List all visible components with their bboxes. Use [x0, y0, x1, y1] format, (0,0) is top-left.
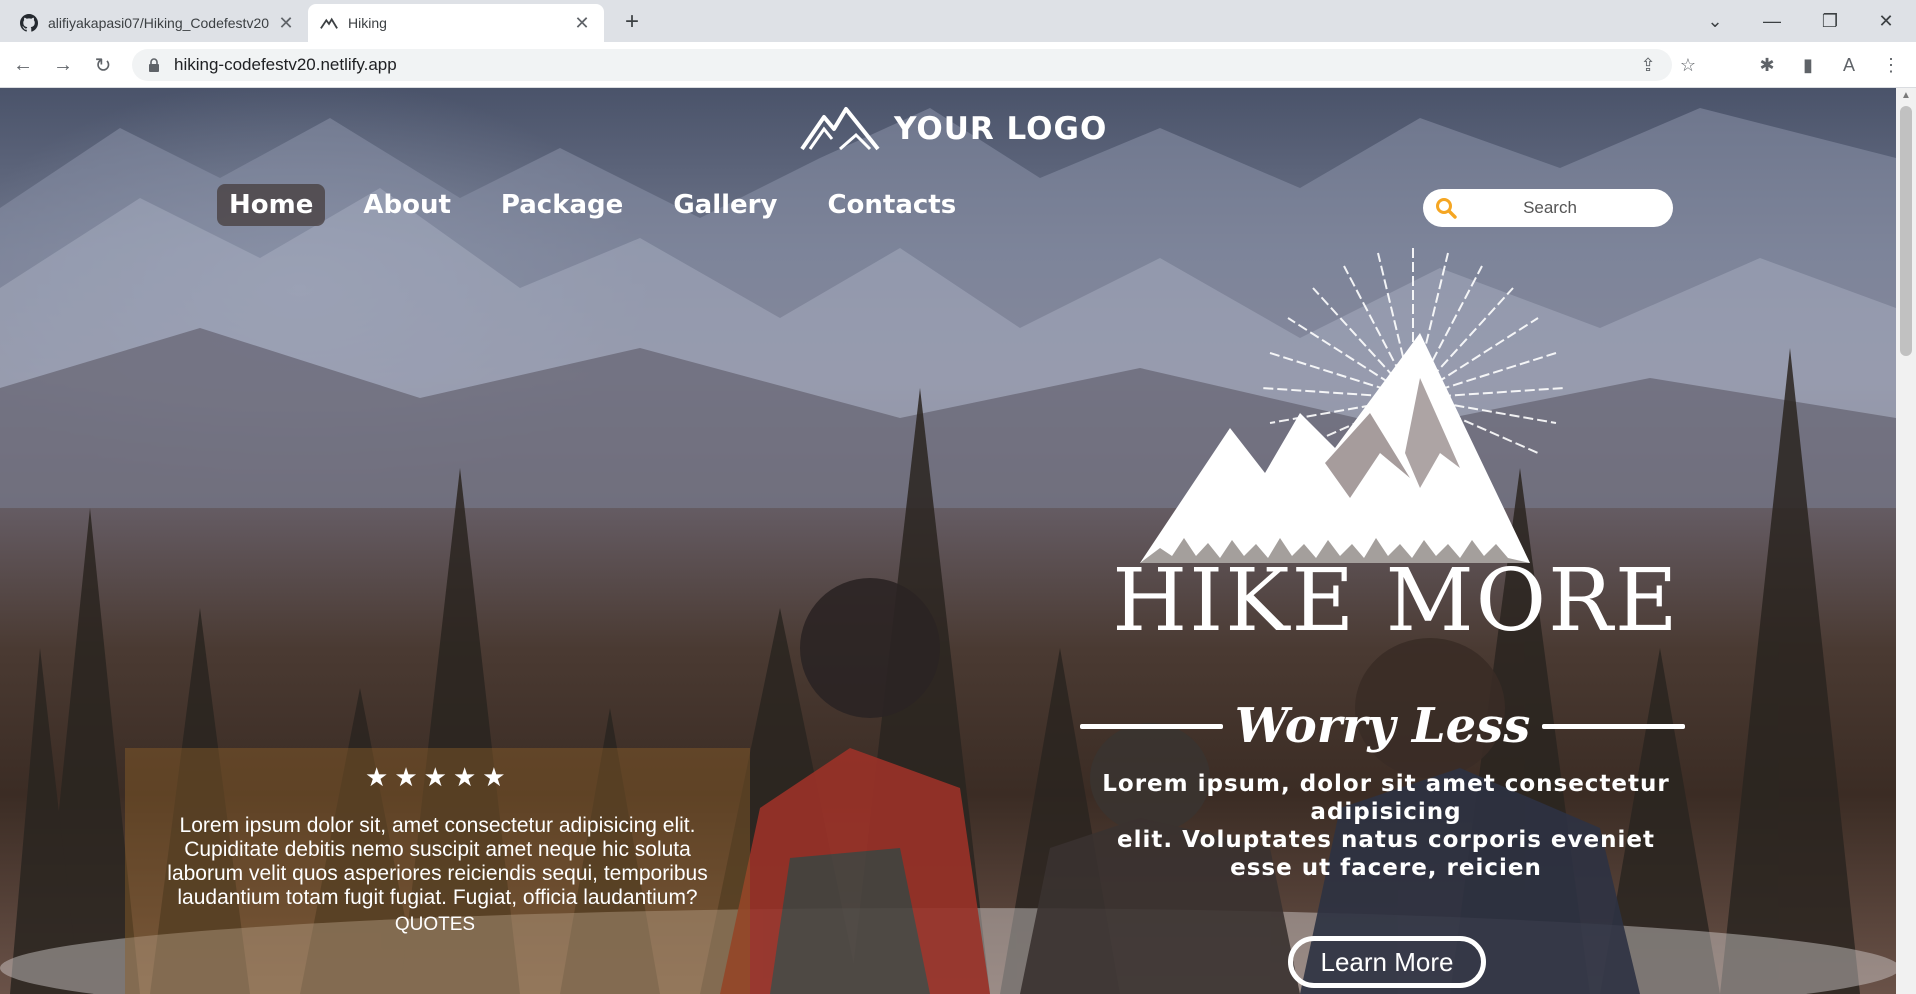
star-icon: ★	[365, 762, 389, 792]
star-icon: ★	[452, 762, 477, 792]
tab-strip: alifiyakapasi07/Hiking_Codefestv20 ✕ Hik…	[0, 0, 1916, 42]
mountain-logo-icon	[800, 107, 880, 151]
star-rating: ★ ★ ★ ★ ★	[365, 762, 512, 793]
divider-line	[1080, 723, 1223, 729]
reload-button[interactable]: ↻	[88, 50, 118, 80]
github-icon	[20, 14, 38, 32]
testimonial-line: laborum velit quos asperiores reiciendis…	[167, 862, 708, 885]
menu-icon[interactable]: ⋮	[1876, 50, 1906, 80]
share-icon[interactable]: ⇪	[1632, 49, 1664, 81]
mountain-icon	[320, 14, 338, 32]
hero-script-text: Worry Less	[1234, 698, 1531, 754]
close-tab-icon[interactable]: ✕	[276, 13, 296, 33]
read-aloud-icon[interactable]: A	[1834, 50, 1864, 80]
scrollbar-thumb[interactable]	[1900, 106, 1912, 356]
restore-button[interactable]: ❐	[1810, 6, 1850, 36]
hero-title: HIKE MORE	[1112, 551, 1680, 651]
testimonial-line: laudantium totam fugit fugiat. Fugiat, o…	[177, 886, 698, 909]
close-tab-icon[interactable]: ✕	[572, 13, 592, 33]
logo-text: YOUR LOGO	[894, 111, 1108, 147]
nav-about[interactable]: About	[351, 184, 463, 226]
tab-search-icon[interactable]: ⌄	[1695, 6, 1735, 36]
testimonial-card: ★ ★ ★ ★ ★ Lorem ipsum dolor sit, amet co…	[125, 748, 750, 994]
lock-icon[interactable]	[146, 57, 162, 73]
search-icon[interactable]	[1429, 191, 1463, 225]
extensions-icon[interactable]: ✱	[1752, 50, 1782, 80]
nav-package[interactable]: Package	[489, 184, 635, 226]
tab-github[interactable]: alifiyakapasi07/Hiking_Codefestv20 ✕	[8, 4, 308, 42]
page-viewport: YOUR LOGO Home About Package Gallery Con…	[0, 88, 1896, 994]
minimize-button[interactable]: —	[1752, 6, 1792, 36]
close-window-button[interactable]: ✕	[1866, 6, 1906, 36]
star-icon: ★	[423, 762, 447, 792]
browser-toolbar: ← → ↻ hiking-codefestv20.netlify.app ⇪ ☆…	[0, 42, 1916, 88]
nav-home[interactable]: Home	[217, 184, 326, 226]
back-button[interactable]: ←	[8, 50, 38, 80]
main-nav: Home About Package Gallery Contacts	[217, 184, 994, 226]
url-text: hiking-codefestv20.netlify.app	[174, 55, 397, 74]
hero-subtitle-row: Worry Less	[1080, 698, 1685, 754]
browser-chrome: alifiyakapasi07/Hiking_Codefestv20 ✕ Hik…	[0, 0, 1916, 88]
hero-description-line: Lorem ipsum, dolor sit amet consectetur …	[1102, 771, 1670, 825]
forward-button[interactable]: →	[48, 50, 78, 80]
tab-title: alifiyakapasi07/Hiking_Codefestv20	[48, 15, 270, 31]
testimonial-line: Lorem ipsum dolor sit, amet consectetur …	[179, 814, 696, 837]
new-tab-button[interactable]: +	[618, 8, 646, 36]
page-scrollbar[interactable]: ▲	[1896, 88, 1916, 994]
bookmark-star-icon[interactable]: ☆	[1672, 49, 1704, 81]
hero-description-line: esse ut facere, reicien	[1230, 855, 1542, 881]
tab-hiking[interactable]: Hiking ✕	[308, 4, 604, 42]
nav-contacts[interactable]: Contacts	[815, 184, 968, 226]
tab-title: Hiking	[348, 15, 387, 31]
hero-description: Lorem ipsum, dolor sit amet consectetur …	[1036, 770, 1736, 882]
nav-gallery[interactable]: Gallery	[661, 184, 789, 226]
search-box	[1423, 189, 1673, 227]
testimonial-line: Cupiditate debitis nemo suscipit amet ne…	[184, 838, 691, 861]
site-logo[interactable]: YOUR LOGO	[800, 104, 1107, 154]
mountain-sunburst-emblem	[1140, 248, 1565, 563]
scroll-up-icon[interactable]: ▲	[1900, 90, 1912, 102]
hero-description-line: elit. Voluptates natus corporis eveniet	[1117, 827, 1655, 853]
side-panel-icon[interactable]: ▮	[1793, 50, 1823, 80]
address-bar[interactable]: hiking-codefestv20.netlify.app ⇪ ☆	[132, 49, 1696, 81]
search-input[interactable]	[1463, 197, 1637, 219]
testimonial-text: Lorem ipsum dolor sit, amet consectetur …	[145, 814, 730, 910]
learn-more-button[interactable]: Learn More	[1288, 936, 1486, 988]
quotes-label[interactable]: QUOTES	[375, 914, 495, 936]
divider-line	[1542, 723, 1685, 729]
star-icon: ★	[482, 762, 506, 792]
star-icon: ★	[394, 762, 418, 792]
